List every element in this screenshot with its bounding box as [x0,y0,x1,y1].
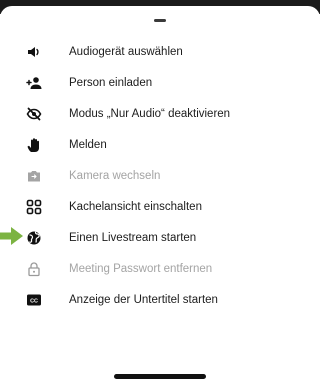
menu-item-label: Meeting Passwort entfernen [69,262,213,275]
home-indicator [114,374,206,379]
menu-item-label: Einen Livestream starten [69,231,197,244]
menu-item-label: Melden [69,138,107,151]
tile-view-icon [25,198,43,216]
switch-camera-icon [25,167,43,185]
overflow-menu: Audiogerät auswählen Person einladen Mod… [0,36,320,315]
menu-item-tile-view[interactable]: Kachelansicht einschalten [0,191,320,222]
add-person-icon [25,74,43,92]
raised-hand-icon [25,136,43,154]
eye-off-icon [25,105,43,123]
menu-item-label: Kamera wechseln [69,169,161,182]
globe-icon [25,229,43,247]
menu-item-start-livestream[interactable]: Einen Livestream starten [0,222,320,253]
menu-item-label: Person einladen [69,76,153,89]
svg-text:CC: CC [30,298,38,304]
menu-item-report[interactable]: Melden [0,129,320,160]
lock-open-icon [25,260,43,278]
menu-item-label: Kachelansicht einschalten [69,200,202,213]
menu-item-label: Modus „Nur Audio“ deaktivieren [69,107,231,120]
menu-item-label: Anzeige der Untertitel starten [69,293,218,306]
menu-item-start-captions[interactable]: CC Anzeige der Untertitel starten [0,284,320,315]
closed-captions-icon: CC [25,291,43,309]
menu-item-remove-password[interactable]: Meeting Passwort entfernen [0,253,320,284]
menu-item-label: Audiogerät auswählen [69,45,183,58]
menu-item-invite-person[interactable]: Person einladen [0,67,320,98]
sheet-grabber[interactable] [154,19,166,22]
menu-item-audio-device[interactable]: Audiogerät auswählen [0,36,320,67]
menu-item-audio-only-mode[interactable]: Modus „Nur Audio“ deaktivieren [0,98,320,129]
menu-item-switch-camera[interactable]: Kamera wechseln [0,160,320,191]
speaker-icon [25,43,43,61]
bottom-sheet: Audiogerät auswählen Person einladen Mod… [0,6,320,382]
pointer-arrow-icon [0,227,23,245]
